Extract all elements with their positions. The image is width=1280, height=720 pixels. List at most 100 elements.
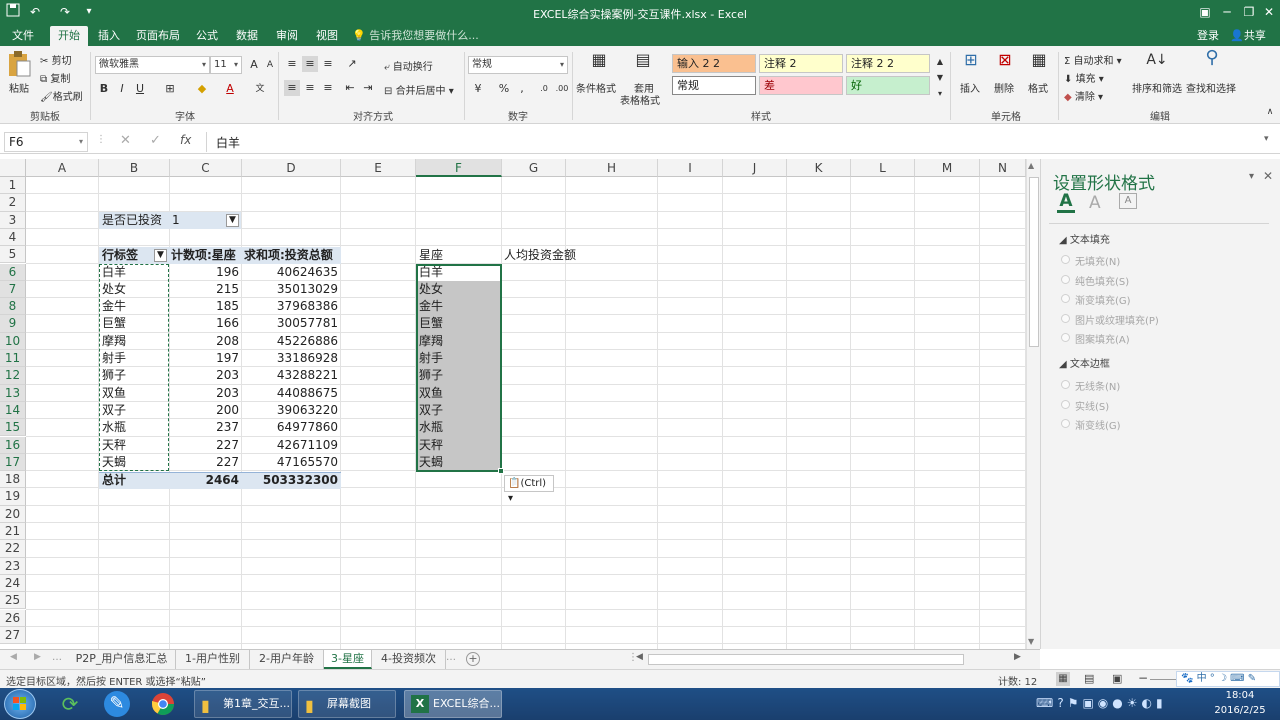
tab-view[interactable]: 视图 bbox=[310, 26, 344, 46]
increase-decimal-icon[interactable]: .0 bbox=[536, 81, 552, 97]
page-break-view-icon[interactable]: ▣ bbox=[1112, 672, 1122, 685]
scroll-down-icon[interactable]: ▼ bbox=[1028, 637, 1034, 646]
radio-button[interactable] bbox=[1061, 333, 1070, 342]
pivot-row-count[interactable]: 237 bbox=[170, 419, 242, 436]
sheet-tab-age[interactable]: 2-用户年龄 bbox=[250, 650, 324, 669]
scroll-right-icon[interactable]: ▶ bbox=[1014, 652, 1021, 662]
pivot-row-count[interactable]: 196 bbox=[170, 264, 242, 281]
row-header-12[interactable]: 12 bbox=[0, 367, 26, 385]
clear-button[interactable]: ◆ 清除 ▾ bbox=[1064, 88, 1103, 103]
pivot-row-sum[interactable]: 44088675 bbox=[242, 385, 341, 402]
table-format-icon[interactable]: ▤ bbox=[632, 52, 654, 74]
pivot-filter-value[interactable]: 1 bbox=[172, 212, 180, 229]
sheet-tab-frequency[interactable]: 4-投资频次 bbox=[372, 650, 446, 669]
pane-option-label[interactable]: 实线(S) bbox=[1075, 398, 1109, 413]
tab-review[interactable]: 审阅 bbox=[270, 26, 304, 46]
row-header-6[interactable]: 6 bbox=[0, 263, 26, 281]
pane-option-label[interactable]: 无填充(N) bbox=[1075, 253, 1120, 268]
radio-button[interactable] bbox=[1061, 274, 1070, 284]
pivot-row-sum[interactable]: 64977860 bbox=[242, 419, 341, 436]
row-header-23[interactable]: 23 bbox=[0, 557, 26, 575]
pivot-row-count[interactable]: 185 bbox=[170, 298, 242, 315]
share-button[interactable]: 👤共享 bbox=[1228, 26, 1268, 46]
style-input22[interactable]: 输入 2 2 bbox=[672, 54, 756, 73]
row-header-2[interactable]: 2 bbox=[0, 194, 26, 212]
conditional-format-icon[interactable]: ▦ bbox=[588, 52, 610, 74]
align-left-icon[interactable]: ≡ bbox=[284, 80, 300, 96]
column-header-m[interactable]: M bbox=[915, 159, 980, 177]
column-header-l[interactable]: L bbox=[851, 159, 915, 177]
pane-option-label[interactable]: 渐变线(G) bbox=[1075, 417, 1121, 432]
column-header-c[interactable]: C bbox=[170, 159, 242, 177]
sheet-tab-zodiac[interactable]: 3-星座 bbox=[324, 650, 372, 669]
clock-time[interactable]: 18:04 bbox=[1210, 690, 1270, 701]
formula-input[interactable]: 白羊 bbox=[216, 134, 240, 151]
paste-icon[interactable] bbox=[6, 50, 34, 80]
tab-file[interactable]: 文件 bbox=[6, 26, 40, 46]
pane-option-label[interactable]: 无线条(N) bbox=[1075, 378, 1120, 393]
percent-icon[interactable]: % bbox=[496, 81, 512, 97]
row-header-16[interactable]: 16 bbox=[0, 436, 26, 454]
column-header-f[interactable]: F bbox=[416, 159, 502, 177]
tray-icons[interactable]: ⌨?⚑▣◉●☀◐▮ bbox=[1036, 696, 1167, 710]
table-format-label2[interactable]: 表格格式 bbox=[620, 92, 660, 107]
copy-button[interactable]: ⧉ 复制 bbox=[40, 70, 70, 85]
text-fill-section[interactable]: ◢ 文本填充 bbox=[1059, 231, 1110, 246]
column-header-h[interactable]: H bbox=[566, 159, 658, 177]
horizontal-scroll-thumb[interactable] bbox=[648, 654, 964, 665]
orientation-icon[interactable]: ↗ bbox=[344, 56, 360, 72]
merge-center-button[interactable]: ⊟ 合并后居中 ▾ bbox=[384, 82, 454, 97]
sheet-tab-summary[interactable]: P2P_用户信息汇总 bbox=[68, 650, 176, 669]
radio-button[interactable] bbox=[1061, 419, 1070, 428]
autosum-button[interactable]: Σ 自动求和 ▾ bbox=[1064, 52, 1122, 67]
text-effects-icon[interactable]: A bbox=[1089, 193, 1101, 213]
find-select-icon[interactable]: ⚲ bbox=[1200, 49, 1224, 74]
pivot-row-sum[interactable]: 39063220 bbox=[242, 402, 341, 419]
row-header-17[interactable]: 17 bbox=[0, 453, 26, 472]
style-note2[interactable]: 注释 2 bbox=[759, 54, 843, 73]
decrease-indent-icon[interactable]: ⇤ bbox=[342, 80, 358, 96]
ribbon-display-icon[interactable]: ▣ bbox=[1196, 3, 1214, 21]
pane-option-label[interactable]: 图案填充(A) bbox=[1075, 331, 1130, 346]
pivot-row-count[interactable]: 215 bbox=[170, 281, 242, 298]
column-header-a[interactable]: A bbox=[26, 159, 99, 177]
column-header-g[interactable]: G bbox=[502, 159, 566, 177]
column-header-n[interactable]: N bbox=[980, 159, 1026, 177]
minimize-icon[interactable]: ─ bbox=[1218, 3, 1236, 21]
select-all-corner[interactable] bbox=[0, 159, 26, 177]
delete-cells-button[interactable]: 删除 bbox=[994, 80, 1014, 95]
feather-app-icon[interactable]: ✎ bbox=[104, 691, 130, 717]
phonetic-icon[interactable]: 文 bbox=[252, 81, 268, 97]
row-header-15[interactable]: 15 bbox=[0, 419, 26, 437]
styles-more-icon[interactable]: ▾ bbox=[932, 86, 948, 102]
row-header-19[interactable]: 19 bbox=[0, 488, 26, 506]
align-right-icon[interactable]: ≡ bbox=[320, 80, 336, 96]
style-note22[interactable]: 注释 2 2 bbox=[846, 54, 930, 73]
italic-icon[interactable]: I bbox=[114, 81, 130, 97]
pivot-row-sum[interactable]: 35013029 bbox=[242, 281, 341, 298]
next-sheet-icon[interactable]: ▶ bbox=[34, 652, 41, 662]
pivot-row-sum[interactable]: 43288221 bbox=[242, 367, 341, 384]
row-header-7[interactable]: 7 bbox=[0, 280, 26, 299]
currency-icon[interactable]: ¥ bbox=[470, 81, 486, 97]
cell-f5[interactable]: 星座 bbox=[419, 247, 443, 264]
row-header-13[interactable]: 13 bbox=[0, 384, 26, 402]
worksheet-grid[interactable]: ABCDEFGHIJKLMN 1 2 3 4 5 6 7 8 9 10 11 12 13 14 15 16 17… bbox=[0, 159, 1026, 649]
row-header-25[interactable]: 25 bbox=[0, 592, 26, 610]
fill-handle[interactable] bbox=[498, 468, 504, 474]
expand-formula-icon[interactable]: ▾ bbox=[1264, 134, 1269, 144]
more-sheets-right-icon[interactable]: … bbox=[446, 652, 456, 663]
row-header-22[interactable]: 22 bbox=[0, 540, 26, 558]
pivot-row-count[interactable]: 203 bbox=[170, 385, 242, 402]
font-color-icon[interactable]: A bbox=[222, 81, 238, 97]
sort-filter-button[interactable]: 排序和筛选 bbox=[1132, 80, 1182, 95]
conditional-format-button[interactable]: 条件格式 bbox=[576, 80, 616, 95]
align-top-icon[interactable]: ≡ bbox=[284, 56, 300, 72]
name-box[interactable]: F6 ▾ bbox=[4, 132, 88, 152]
collapse-ribbon-icon[interactable]: ∧ bbox=[1262, 104, 1278, 120]
enter-icon[interactable]: ✓ bbox=[150, 133, 161, 148]
radio-button[interactable] bbox=[1061, 313, 1070, 323]
filter-icon[interactable]: ▼ bbox=[226, 214, 239, 227]
row-header-4[interactable]: 4 bbox=[0, 228, 26, 247]
cell-g5[interactable]: 人均投资金额 bbox=[504, 247, 576, 264]
